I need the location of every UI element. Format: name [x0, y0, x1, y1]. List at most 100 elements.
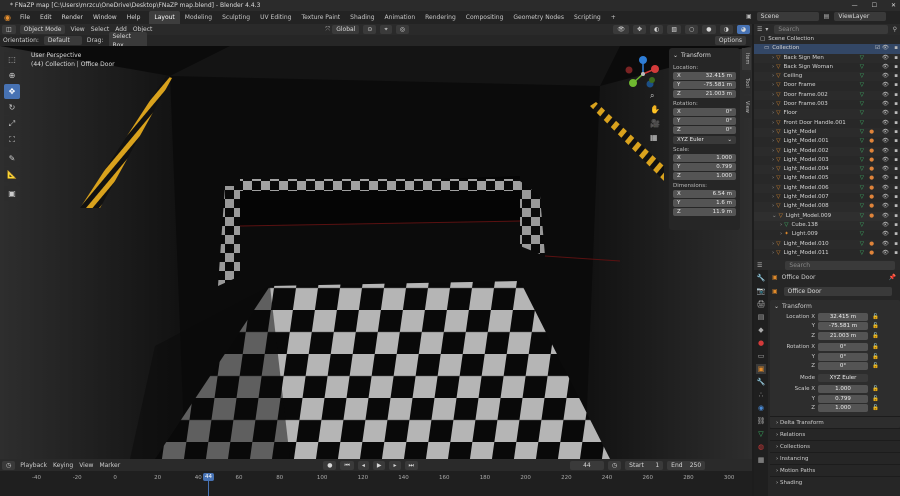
object-props-icon[interactable]: ▣	[756, 364, 766, 374]
render-icon[interactable]: ▪	[894, 109, 898, 118]
particles-props-icon[interactable]: ∴	[756, 390, 766, 400]
shading-material-icon[interactable]: ◑	[719, 25, 733, 34]
tab-texture-paint[interactable]: Texture Paint	[296, 11, 345, 24]
rotation-y-field[interactable]: Y 0°	[673, 117, 736, 125]
lock-icon[interactable]: 🔓	[872, 363, 879, 369]
prop-scale-z-field[interactable]: 1.000	[818, 404, 868, 413]
timeline-menu-keying[interactable]: Keying	[50, 460, 76, 471]
shading-rendered-icon[interactable]: ◕	[736, 25, 750, 34]
proportional-edit-icon[interactable]: ◎	[395, 25, 410, 34]
section-motion-paths[interactable]: › Motion Paths	[770, 464, 900, 476]
xray-icon[interactable]: ▧	[667, 25, 681, 34]
tab-sculpting[interactable]: Sculpting	[217, 11, 255, 24]
grid-icon[interactable]: ▦	[650, 133, 662, 147]
render-icon[interactable]: ▪	[894, 156, 898, 165]
render-icon[interactable]: ▪	[894, 202, 898, 211]
dimensions-z-field[interactable]: Z 11.9 m	[673, 208, 736, 216]
tab-rendering[interactable]: Rendering	[420, 11, 461, 24]
expand-arrow-icon[interactable]: ›	[772, 174, 774, 183]
expand-arrow-icon[interactable]: ›	[772, 128, 774, 137]
next-key-icon[interactable]: ▸	[389, 460, 401, 470]
outliner-row[interactable]: › ✦ Light.009 ▽ 👁 ▪	[754, 230, 900, 239]
transform-orientation-selector[interactable]: Global	[332, 25, 360, 34]
menu-edit[interactable]: Edit	[35, 11, 57, 24]
location-x-field[interactable]: X 32.415 m	[673, 72, 736, 80]
tab-scripting[interactable]: Scripting	[569, 11, 606, 24]
visibility-icon[interactable]: 👁	[882, 100, 889, 109]
visibility-icon[interactable]: 👁	[882, 128, 889, 137]
expand-arrow-icon[interactable]: ›	[772, 54, 774, 63]
jump-end-icon[interactable]: ⏭	[404, 460, 418, 470]
start-frame-field[interactable]: Start 1	[625, 460, 664, 470]
blender-logo-icon[interactable]: ◉	[0, 11, 15, 24]
render-icon[interactable]: ▪	[894, 100, 898, 109]
timeline-menu-playback[interactable]: Playback	[17, 460, 50, 471]
dimensions-x-field[interactable]: X 6.54 m	[673, 190, 736, 198]
timeline-editor-icon[interactable]: ◷	[2, 460, 16, 470]
annotate-icon[interactable]: ✎	[4, 151, 20, 166]
menu-file[interactable]: File	[15, 11, 35, 24]
visibility-icon[interactable]: 👁	[882, 63, 889, 72]
expand-arrow-icon[interactable]: ›	[772, 63, 774, 72]
collection-row[interactable]: ▭ Collection ☑ 👁 ▪	[754, 44, 900, 54]
shading-solid-icon[interactable]: ●	[702, 25, 716, 34]
pan-icon[interactable]: ✋	[650, 105, 662, 119]
preview-range-icon[interactable]: ◷	[607, 460, 622, 470]
modifier-props-icon[interactable]: 🔧	[756, 377, 766, 387]
transform-panel-header[interactable]: ⌄ Transform	[673, 51, 736, 60]
visibility-icon[interactable]: 👁	[882, 156, 889, 165]
sidebar-tab-tool[interactable]: Tool	[742, 72, 751, 94]
outliner-row[interactable]: › ▽ Floor ▽ 👁 ▪	[754, 109, 900, 119]
visibility-icon[interactable]: 👁	[882, 193, 889, 202]
mesh-data-icon[interactable]: ▽	[860, 109, 864, 118]
visibility-icon[interactable]: 👁	[882, 165, 889, 174]
visibility-icon[interactable]: 👁	[882, 81, 889, 90]
render-icon[interactable]: ▪	[894, 240, 898, 249]
maximize-icon[interactable]: ☐	[872, 0, 877, 11]
delta-transform-section[interactable]: › Delta Transform	[770, 416, 900, 428]
mesh-data-icon[interactable]: ▽	[860, 63, 864, 72]
render-icon[interactable]: ▪	[894, 44, 898, 53]
material-icon[interactable]: ●	[869, 240, 874, 249]
expand-arrow-icon[interactable]: ›	[772, 72, 774, 81]
render-props-icon[interactable]: 📷	[756, 286, 766, 296]
mesh-data-icon[interactable]: ▽	[860, 100, 864, 109]
menu-help[interactable]: Help	[122, 11, 146, 24]
visibility-icon[interactable]: 👁	[882, 44, 889, 53]
mesh-data-icon[interactable]: ▽	[860, 128, 864, 137]
mesh-data-icon[interactable]: ▽	[860, 165, 864, 174]
render-icon[interactable]: ▪	[894, 193, 898, 202]
expand-arrow-icon[interactable]: ›	[780, 230, 782, 239]
expand-arrow-icon[interactable]: ›	[772, 100, 774, 109]
prop-location-x-field[interactable]: 32.415 m	[818, 312, 868, 321]
outliner-row[interactable]: › ▽ Light_Model.004 ▽ ● 👁 ▪	[754, 165, 900, 175]
visibility-icon[interactable]: 👁	[882, 109, 889, 118]
expand-arrow-icon[interactable]: ›	[772, 147, 774, 156]
rotation-x-field[interactable]: X 0°	[673, 108, 736, 116]
render-icon[interactable]: ▪	[894, 221, 898, 230]
outliner-search-input[interactable]: Search	[774, 25, 888, 34]
viewport-menu-view[interactable]: View	[67, 24, 87, 35]
visibility-icon[interactable]: 👁	[882, 137, 889, 146]
current-frame-field[interactable]: 44	[569, 460, 604, 470]
material-icon[interactable]: ●	[869, 249, 874, 258]
scale-icon[interactable]: ⤢	[4, 116, 20, 131]
section-shading[interactable]: › Shading	[770, 476, 900, 488]
section-collections[interactable]: › Collections	[770, 440, 900, 452]
render-icon[interactable]: ▪	[894, 63, 898, 72]
outliner-row[interactable]: › ▽ Back Sign Woman ▽ 👁 ▪	[754, 63, 900, 72]
render-icon[interactable]: ▪	[894, 165, 898, 174]
tab-compositing[interactable]: Compositing	[461, 11, 509, 24]
render-icon[interactable]: ▪	[894, 128, 898, 137]
expand-arrow-icon[interactable]: ›	[780, 221, 782, 230]
minimize-icon[interactable]: —	[852, 0, 858, 11]
scale-x-field[interactable]: X 1.000	[673, 154, 736, 162]
rotate-icon[interactable]: ↻	[4, 100, 20, 115]
expand-arrow-icon[interactable]: ›	[772, 249, 774, 258]
collection-props-icon[interactable]: ▭	[756, 351, 766, 361]
orientation-selector[interactable]: Default	[43, 36, 82, 45]
visibility-icon[interactable]: 👁	[882, 72, 889, 81]
lock-icon[interactable]: 🔓	[872, 344, 879, 350]
outliner-row[interactable]: › ▽ Light_Model.001 ▽ ● 👁 ▪	[754, 137, 900, 146]
scene-props-icon[interactable]: ◆	[756, 325, 766, 335]
